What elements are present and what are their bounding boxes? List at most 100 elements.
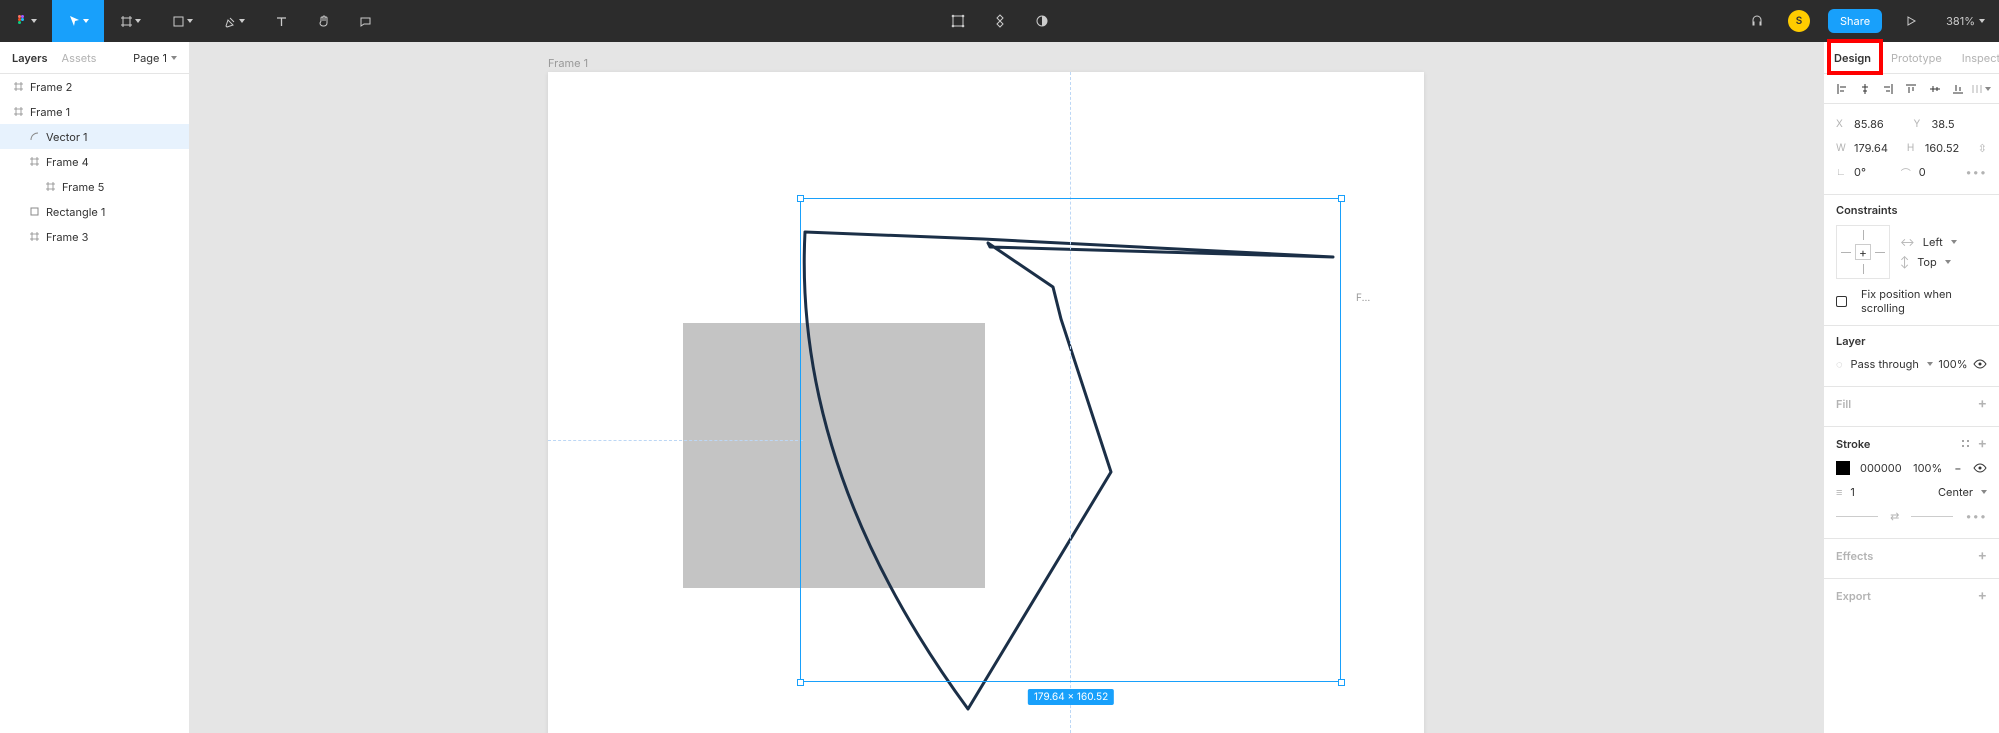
frame-icon — [44, 181, 56, 193]
more-options-icon[interactable]: ••• — [1965, 165, 1987, 179]
frame-icon — [12, 81, 24, 93]
mask-button[interactable] — [1021, 0, 1063, 42]
assets-tab[interactable]: Assets — [62, 51, 97, 65]
text-tool-button[interactable] — [260, 0, 302, 42]
frame-overlay-button[interactable] — [937, 0, 979, 42]
constraint-h-value: Left — [1923, 235, 1943, 249]
layer-label: Frame 2 — [30, 80, 72, 94]
layers-tab[interactable]: Layers — [12, 51, 48, 65]
present-button[interactable] — [1890, 0, 1932, 42]
stroke-opacity-input[interactable]: 100% — [1913, 461, 1942, 475]
share-button[interactable]: Share — [1828, 9, 1882, 33]
constraint-v-select[interactable]: ↕Top — [1900, 255, 1957, 269]
width-input[interactable]: 179.64 — [1854, 141, 1888, 155]
cursor-icon — [68, 15, 81, 28]
move-tool-button[interactable] — [52, 0, 104, 42]
stroke-end-cap[interactable] — [1911, 516, 1953, 517]
align-vcenter-button[interactable] — [1923, 74, 1946, 103]
pen-icon — [224, 15, 237, 28]
constraint-v-value: Top — [1917, 255, 1937, 269]
constraints-widget[interactable]: + — [1836, 225, 1890, 279]
chevron-down-icon — [187, 19, 193, 23]
artboard-frame2[interactable]: F... — [1356, 306, 1374, 324]
chevron-down-icon — [1951, 240, 1957, 244]
selection-bounds[interactable] — [800, 198, 1341, 682]
component-controls-button[interactable] — [979, 0, 1021, 42]
height-input[interactable]: 160.52 — [1925, 141, 1959, 155]
stroke-start-cap[interactable] — [1836, 516, 1878, 517]
rectangle-icon — [28, 206, 40, 218]
comment-tool-button[interactable] — [344, 0, 386, 42]
fix-position-checkbox[interactable]: Fix position when scrolling — [1836, 287, 1987, 315]
swap-caps-icon[interactable]: ⇄ — [1890, 509, 1899, 523]
w-label: W — [1836, 142, 1850, 154]
add-stroke-button[interactable]: + — [1978, 435, 1987, 452]
layer-row-frame4[interactable]: Frame 4 — [0, 149, 189, 174]
rotation-icon: ∟ — [1836, 166, 1850, 178]
prototype-tab[interactable]: Prototype — [1881, 42, 1952, 73]
selection-handle-sw[interactable] — [797, 679, 804, 686]
align-hcenter-button[interactable] — [1853, 74, 1876, 103]
fill-section[interactable]: Fill+ — [1824, 387, 1999, 427]
stroke-style-icon[interactable] — [1962, 440, 1970, 448]
frame-header-label[interactable]: Frame 1 — [548, 56, 588, 70]
stroke-hex-input[interactable]: 000000 — [1860, 461, 1902, 475]
rotation-input[interactable]: 0° — [1854, 165, 1866, 179]
user-avatar[interactable]: S — [1788, 10, 1810, 32]
frame-icon — [12, 106, 24, 118]
layer-row-frame2[interactable]: Frame 2 — [0, 74, 189, 99]
add-fill-button[interactable]: + — [1978, 395, 1987, 412]
opacity-input[interactable]: 100% — [1938, 357, 1967, 371]
add-export-button[interactable]: + — [1978, 587, 1987, 604]
figma-logo-icon — [15, 14, 29, 28]
effects-section[interactable]: Effects+ — [1824, 539, 1999, 579]
inspect-tab[interactable]: Inspect — [1952, 42, 1999, 73]
chevron-down-icon — [1985, 87, 1991, 91]
alignment-guide-horizontal — [548, 440, 803, 441]
page-selector[interactable]: Page 1 — [133, 51, 177, 65]
layer-row-frame5[interactable]: Frame 5 — [0, 174, 189, 199]
layer-row-frame1[interactable]: Frame 1 — [0, 99, 189, 124]
align-top-button[interactable] — [1900, 74, 1923, 103]
stroke-more-options[interactable]: ••• — [1965, 509, 1987, 523]
design-tab[interactable]: Design — [1824, 42, 1881, 73]
shape-tool-button[interactable] — [156, 0, 208, 42]
frame-tool-button[interactable] — [104, 0, 156, 42]
align-right-button[interactable] — [1877, 74, 1900, 103]
layer-row-vector1[interactable]: Vector 1 — [0, 124, 189, 149]
radius-input[interactable]: 0 — [1919, 165, 1926, 179]
export-section[interactable]: Export+ — [1824, 579, 1999, 618]
x-input[interactable]: 85.86 — [1854, 117, 1884, 131]
add-effect-button[interactable]: + — [1978, 547, 1987, 564]
stroke-weight-input[interactable]: 1 — [1850, 485, 1854, 499]
frame-icon — [28, 156, 40, 168]
selection-handle-ne[interactable] — [1338, 195, 1345, 202]
pen-tool-button[interactable] — [208, 0, 260, 42]
selection-dimension-badge: 179.64 × 160.52 — [1028, 689, 1114, 705]
layer-row-rectangle1[interactable]: Rectangle 1 — [0, 199, 189, 224]
align-left-button[interactable] — [1830, 74, 1853, 103]
blend-mode-select[interactable]: Pass through — [1851, 357, 1919, 371]
y-label: Y — [1914, 118, 1928, 130]
selection-handle-se[interactable] — [1338, 679, 1345, 686]
constraint-h-select[interactable]: ↔Left — [1900, 235, 1957, 249]
mini-frame-label[interactable]: F... — [1356, 292, 1370, 304]
constrain-proportions-icon[interactable]: ⇳ — [1978, 141, 1987, 155]
headphones-button[interactable] — [1736, 0, 1778, 42]
layer-row-frame3[interactable]: Frame 3 — [0, 224, 189, 249]
hand-tool-button[interactable] — [302, 0, 344, 42]
y-input[interactable]: 38.5 — [1932, 117, 1955, 131]
layer-label: Rectangle 1 — [46, 205, 105, 219]
remove-stroke-button[interactable]: − — [1954, 461, 1961, 475]
distribute-button[interactable] — [1970, 74, 1993, 103]
eye-icon[interactable] — [1973, 461, 1987, 475]
selection-handle-nw[interactable] — [797, 195, 804, 202]
align-bottom-button[interactable] — [1946, 74, 1969, 103]
canvas[interactable]: Frame 1 179.64 × 160.52 F... — [190, 42, 1823, 733]
stroke-color-swatch[interactable] — [1836, 461, 1850, 475]
stroke-align-select[interactable]: Center — [1938, 485, 1973, 499]
eye-icon[interactable] — [1973, 357, 1987, 371]
zoom-control[interactable]: 381% — [1932, 14, 1999, 28]
stroke-title: Stroke — [1836, 437, 1870, 451]
main-menu-button[interactable] — [0, 0, 52, 42]
